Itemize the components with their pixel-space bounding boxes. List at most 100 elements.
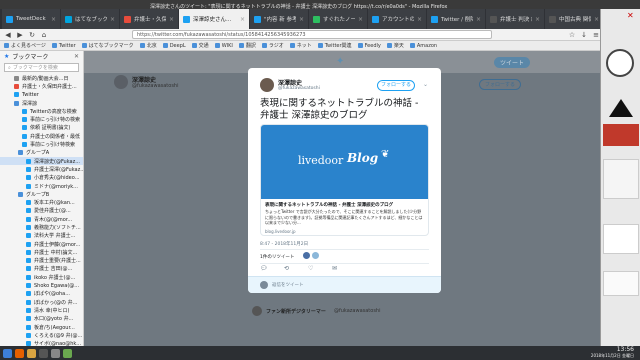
close-tab-icon[interactable]: × bbox=[51, 16, 56, 23]
bookmark-star-icon[interactable]: ☆ bbox=[568, 31, 576, 39]
retweet-count[interactable]: 1件のリツイート bbox=[260, 254, 294, 260]
firefox-icon[interactable] bbox=[15, 348, 24, 358]
bookmark-item[interactable]: ネット bbox=[289, 42, 312, 49]
reply-box[interactable]: 返信をツイート bbox=[248, 276, 441, 293]
sidebar-bookmark-item[interactable]: 青木(@(@mor... bbox=[0, 215, 83, 223]
bookmark-item[interactable]: Twitter bbox=[51, 43, 76, 49]
tab[interactable]: "内容 新 参考 弁護士...× bbox=[250, 9, 308, 29]
tab[interactable]: TweetDeck × bbox=[2, 9, 60, 29]
sidebar-bookmark-item[interactable]: 事前にっ引け特の検索 bbox=[0, 115, 83, 123]
sidebar-bookmark-item[interactable]: 清水 幸(中ヒロ) bbox=[0, 306, 83, 314]
tab[interactable]: Twitter / 削除 × bbox=[427, 9, 485, 29]
close-tab-icon[interactable]: × bbox=[594, 16, 599, 23]
sidebar-bookmark-item[interactable]: 最新的/動画大会...日 bbox=[0, 74, 83, 82]
sidebar-bookmark-item[interactable]: グループA bbox=[0, 149, 83, 157]
sidebar-bookmark-item[interactable]: 坂本工弁(@kan... bbox=[0, 198, 83, 206]
sidebar-bookmark-item[interactable]: ぼばかっ(@の 弁... bbox=[0, 298, 83, 306]
sidebar-bookmark-item[interactable]: 深澤諒 bbox=[0, 99, 83, 107]
taskbar-clock[interactable]: 13:56 2018年11月2日 金曜日 bbox=[591, 347, 634, 359]
menu-icon[interactable]: ≡ bbox=[592, 31, 600, 39]
url-bar[interactable]: https://twitter.com/fukazawasatoshi/stat… bbox=[132, 30, 492, 39]
bookmark-item[interactable]: DeepL bbox=[162, 43, 186, 49]
author-handle[interactable]: @fukazawasatoshi bbox=[278, 86, 320, 91]
terminal-icon[interactable] bbox=[39, 348, 48, 358]
sidebar-bookmark-item[interactable]: 弁護士の関係者・最低 bbox=[0, 132, 83, 140]
app-icon[interactable] bbox=[51, 348, 60, 358]
retweeter-avatar[interactable] bbox=[312, 252, 319, 259]
retweet-icon[interactable]: ⟲ bbox=[284, 265, 289, 272]
tab[interactable]: 弁護士 判決 創作...× bbox=[486, 9, 544, 29]
sidebar-bookmark-item[interactable]: ikoko 弁護士(@... bbox=[0, 273, 83, 281]
bookmark-item[interactable]: 楽天 bbox=[386, 42, 404, 49]
bookmark-item[interactable]: Amazon bbox=[409, 43, 437, 49]
chevron-down-icon[interactable]: ⌄ bbox=[423, 81, 428, 88]
sidebar-bookmark-item[interactable]: 板倉/ち(Aegour... bbox=[0, 323, 83, 331]
reply-icon[interactable]: 💬︎ bbox=[260, 265, 268, 272]
close-icon[interactable]: ✕ bbox=[74, 53, 79, 60]
tab[interactable]: すぐれたノート - Evernote× bbox=[309, 9, 367, 29]
sidebar-bookmark-item[interactable]: 弁護士・久保田弁護士... bbox=[0, 82, 83, 90]
download-icon[interactable]: ↓ bbox=[580, 31, 588, 39]
close-tab-icon[interactable]: × bbox=[240, 16, 245, 23]
sidebar-bookmark-item[interactable]: 義務能力(ソフトチ... bbox=[0, 223, 83, 231]
profile-follow-button[interactable]: フォローする bbox=[479, 79, 522, 90]
bookmark-item[interactable]: 翻訳 bbox=[238, 42, 256, 49]
tab[interactable]: はてなブックマーク - hat...× bbox=[61, 9, 119, 29]
bookmark-item[interactable]: よく見るページ bbox=[4, 42, 46, 49]
tab[interactable]: 深澤諒史さん... × bbox=[179, 9, 249, 29]
bookmark-item[interactable]: WIKI bbox=[214, 43, 233, 49]
follow-button[interactable]: フォローする bbox=[377, 80, 415, 91]
back-icon[interactable]: ◀ bbox=[4, 31, 12, 39]
close-tab-icon[interactable]: × bbox=[417, 16, 422, 23]
tab[interactable]: 弁護士・久保田弁護士の...× bbox=[120, 9, 178, 29]
like-icon[interactable]: ♡ bbox=[308, 265, 313, 272]
app-icon[interactable] bbox=[63, 348, 72, 358]
author-avatar[interactable] bbox=[260, 78, 274, 92]
close-tab-icon[interactable]: × bbox=[476, 16, 481, 23]
sidebar-bookmark-item[interactable]: Twitter bbox=[0, 91, 83, 99]
sidebar-bookmark-item[interactable]: 深澤諒史(@Fukaz... bbox=[0, 156, 83, 166]
bookmark-item[interactable]: Feedly bbox=[357, 43, 381, 49]
twitter-bird-icon[interactable]: ✦ bbox=[336, 56, 344, 67]
close-tab-icon[interactable]: × bbox=[169, 16, 174, 23]
close-tab-icon[interactable]: × bbox=[110, 16, 115, 23]
bookmark-item[interactable]: 北京 bbox=[139, 42, 157, 49]
sidebar-bookmark-item[interactable]: 弁護士 中村(論文... bbox=[0, 248, 83, 256]
bookmark-item[interactable]: はてなブックマーク bbox=[81, 42, 134, 49]
sidebar-bookmark-item[interactable]: ぼばや(@oha... bbox=[0, 290, 83, 298]
sidebar-bookmark-item[interactable]: 弁護士重要(弁護士... bbox=[0, 257, 83, 265]
bookmark-item[interactable]: Twitter関連 bbox=[317, 42, 352, 49]
sidebar-bookmark-item[interactable]: Twitterの高度な検索 bbox=[0, 107, 83, 115]
sidebar-bookmark-item[interactable]: グループB bbox=[0, 190, 83, 198]
sidebar-bookmark-item[interactable]: 弁護士深澤(@Fukaz... bbox=[0, 165, 83, 173]
sidebar-bookmark-item[interactable]: 愛佳弁護士(@... bbox=[0, 207, 83, 215]
close-tab-icon[interactable]: × bbox=[358, 16, 363, 23]
sidebar-bookmark-item[interactable]: 依頼 証明書(論文) bbox=[0, 124, 83, 132]
sidebar-bookmark-item[interactable]: 水口(@yoto 弁... bbox=[0, 315, 83, 323]
bookmark-item[interactable]: 交通 bbox=[191, 42, 209, 49]
bookmark-item[interactable]: ラジオ bbox=[261, 42, 284, 49]
sidebar-bookmark-item[interactable]: 弁護士 吉田(@... bbox=[0, 265, 83, 273]
files-icon[interactable] bbox=[27, 348, 36, 358]
forward-icon[interactable]: ▶ bbox=[16, 31, 24, 39]
sidebar-bookmark-item[interactable]: ミドナ(@moriyk... bbox=[0, 182, 83, 190]
sidebar-bookmark-item[interactable]: くろえる(@9 弁(@... bbox=[0, 331, 83, 339]
retweeter-avatar[interactable] bbox=[303, 252, 310, 259]
link-card[interactable]: livedoor Blog ❦ 表現に関するネットトラブルの神話 - 弁護士 深… bbox=[260, 124, 429, 236]
sidebar-bookmark-item[interactable]: Shoko Egawa(@... bbox=[0, 281, 83, 289]
sidebar-bookmark-item[interactable]: 事前にっ引け特検索 bbox=[0, 140, 83, 148]
close-tab-icon[interactable]: × bbox=[535, 16, 540, 23]
close-window-icon[interactable]: ✕ bbox=[627, 11, 634, 20]
tab[interactable]: 中国古典 関係の解説...× bbox=[545, 9, 603, 29]
bookmark-search-input[interactable]: ⌕ ブックマークを検索 bbox=[4, 63, 79, 72]
tab[interactable]: アカウントの管理× bbox=[368, 9, 426, 29]
message-icon[interactable]: ✉ bbox=[332, 265, 337, 272]
close-tab-icon[interactable]: × bbox=[299, 16, 304, 23]
sidebar-bookmark-item[interactable]: 法科大学 弁護士... bbox=[0, 232, 83, 240]
avatar[interactable] bbox=[114, 75, 128, 89]
sidebar-bookmark-item[interactable]: 小倉秀夫(@hideo... bbox=[0, 174, 83, 182]
sidebar-bookmark-item[interactable]: 弁護士伊藤(@mor... bbox=[0, 240, 83, 248]
tweet-button[interactable]: ツイート bbox=[494, 57, 531, 68]
home-icon[interactable]: ⌂ bbox=[40, 31, 48, 39]
reload-icon[interactable]: ↻ bbox=[28, 31, 36, 39]
